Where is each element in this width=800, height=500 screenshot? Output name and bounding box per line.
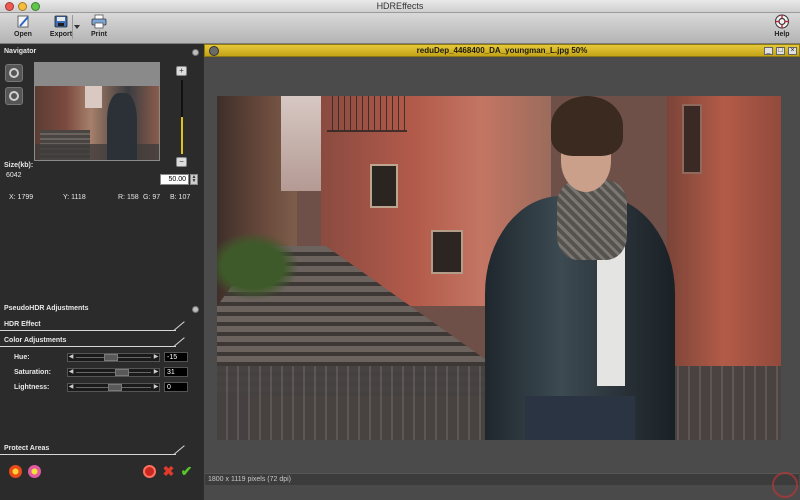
protect-tools: ✖ ✔ <box>0 464 203 479</box>
document-close-button[interactable]: × <box>788 47 797 55</box>
zoom-actual-button[interactable] <box>5 87 23 105</box>
apply-icon[interactable]: ✔ <box>180 464 193 478</box>
saturation-slider-knob[interactable] <box>115 369 129 376</box>
print-icon <box>91 14 107 29</box>
zoom-slider-fill <box>181 117 183 154</box>
color-adjustments-label: Color Adjustments <box>4 337 67 344</box>
resize-handle-icon[interactable] <box>772 472 798 498</box>
open-icon <box>17 15 29 28</box>
zoom-fit-button[interactable] <box>5 64 23 82</box>
pixel-info: X: 1799 Y: 1118 R: 158 G: 97 B: 107 <box>0 194 203 204</box>
hdr-effect-label: HDR Effect <box>4 321 41 328</box>
title-bar: HDREffects <box>0 0 800 13</box>
saturation-label: Saturation: <box>14 369 51 376</box>
lightness-row: Lightness: ◀ ▶ 0 <box>0 382 203 394</box>
saturation-slider[interactable]: ◀ ▶ <box>67 368 160 377</box>
protect-areas-label: Protect Areas <box>4 445 50 452</box>
cancel-icon[interactable]: ✖ <box>162 464 175 478</box>
size-label: Size(kb): <box>4 162 34 169</box>
hdr-effect-section[interactable]: HDR Effect <box>0 319 185 331</box>
zoom-fit-icon <box>9 68 19 78</box>
open-button[interactable]: Open <box>6 14 40 42</box>
navigator-title: Navigator <box>4 48 37 55</box>
toolbar: Open Export Print Help <box>0 13 800 44</box>
unprotect-brush-icon[interactable] <box>28 465 41 478</box>
help-button[interactable]: Help <box>765 14 799 42</box>
lightness-label: Lightness: <box>14 384 50 391</box>
image-dimensions: 1800 x 1119 pixels (72 dpi) <box>208 476 292 483</box>
hue-value[interactable]: -15 <box>164 352 188 362</box>
image-canvas[interactable] <box>205 58 799 473</box>
document-title-bar[interactable]: reduDep_4468400_DA_youngman_L.jpg 50% _ … <box>204 44 800 57</box>
zoom-slider[interactable]: + − <box>176 66 188 176</box>
edited-photo[interactable] <box>217 96 781 440</box>
size-value: 6042 <box>6 172 22 179</box>
blue-value: B: 107 <box>170 194 191 201</box>
color-adjustments-section[interactable]: Color Adjustments <box>0 335 185 347</box>
y-coordinate: Y: 1118 <box>63 194 86 201</box>
saturation-increase-icon[interactable]: ▶ <box>153 369 159 376</box>
reset-icon[interactable] <box>143 465 156 478</box>
pseudohdr-settings-icon[interactable] <box>192 306 199 313</box>
export-dropdown-arrow[interactable] <box>72 15 80 39</box>
pseudohdr-header: PseudoHDR Adjustments <box>0 303 203 316</box>
green-value: G: 97 <box>143 194 161 201</box>
saturation-decrease-icon[interactable]: ◀ <box>68 369 74 376</box>
zoom-stepper[interactable]: ▲ ▼ <box>190 174 198 185</box>
lightness-slider[interactable]: ◀ ▶ <box>67 383 160 392</box>
zoom-in-button[interactable]: + <box>176 66 187 76</box>
zoom-actual-icon <box>9 91 19 101</box>
hue-label: Hue: <box>14 354 30 361</box>
lightness-value[interactable]: 0 <box>164 382 188 392</box>
app-window: HDREffects Open Export Print Help Naviga… <box>0 0 800 500</box>
navigator-thumbnail[interactable] <box>35 86 159 160</box>
print-button[interactable]: Print <box>82 14 116 42</box>
protect-brush-icon[interactable] <box>9 465 22 478</box>
left-panel: Navigator + − 50.00 ▲ ▼ Size(kb): 6042 X… <box>0 44 203 500</box>
hue-slider[interactable]: ◀ ▶ <box>67 353 160 362</box>
open-label: Open <box>14 31 32 38</box>
print-label: Print <box>91 31 107 38</box>
help-label: Help <box>774 31 790 38</box>
export-icon <box>54 15 68 28</box>
navigator-settings-icon[interactable] <box>192 49 199 56</box>
document-maximize-button[interactable]: □ <box>776 47 785 55</box>
navigator-header: Navigator <box>0 46 203 59</box>
document-minimize-button[interactable]: _ <box>764 47 773 55</box>
document-window: reduDep_4468400_DA_youngman_L.jpg 50% _ … <box>204 44 800 500</box>
status-bar: 1800 x 1119 pixels (72 dpi) <box>205 473 799 485</box>
zoom-out-button[interactable]: − <box>176 157 187 167</box>
red-value: R: 158 <box>118 194 139 201</box>
window-title: HDREffects <box>376 1 424 11</box>
navigator-preview[interactable] <box>34 62 160 161</box>
zoom-value-field[interactable]: 50.00 <box>160 174 189 185</box>
hue-increase-icon[interactable]: ▶ <box>153 354 159 361</box>
x-coordinate: X: 1799 <box>9 194 34 201</box>
hue-slider-knob[interactable] <box>104 354 118 361</box>
pseudohdr-title: PseudoHDR Adjustments <box>4 305 89 312</box>
lightness-decrease-icon[interactable]: ◀ <box>68 384 74 391</box>
lightness-slider-knob[interactable] <box>108 384 122 391</box>
help-icon <box>775 14 789 29</box>
navigator-tools <box>5 64 27 110</box>
lightness-increase-icon[interactable]: ▶ <box>153 384 159 391</box>
hue-decrease-icon[interactable]: ◀ <box>68 354 74 361</box>
saturation-value[interactable]: 31 <box>164 367 188 377</box>
protect-areas-section[interactable]: Protect Areas <box>0 443 185 455</box>
hue-row: Hue: ◀ ▶ -15 <box>0 352 203 364</box>
document-title: reduDep_4468400_DA_youngman_L.jpg 50% <box>416 46 588 55</box>
saturation-row: Saturation: ◀ ▶ 31 <box>0 367 203 379</box>
